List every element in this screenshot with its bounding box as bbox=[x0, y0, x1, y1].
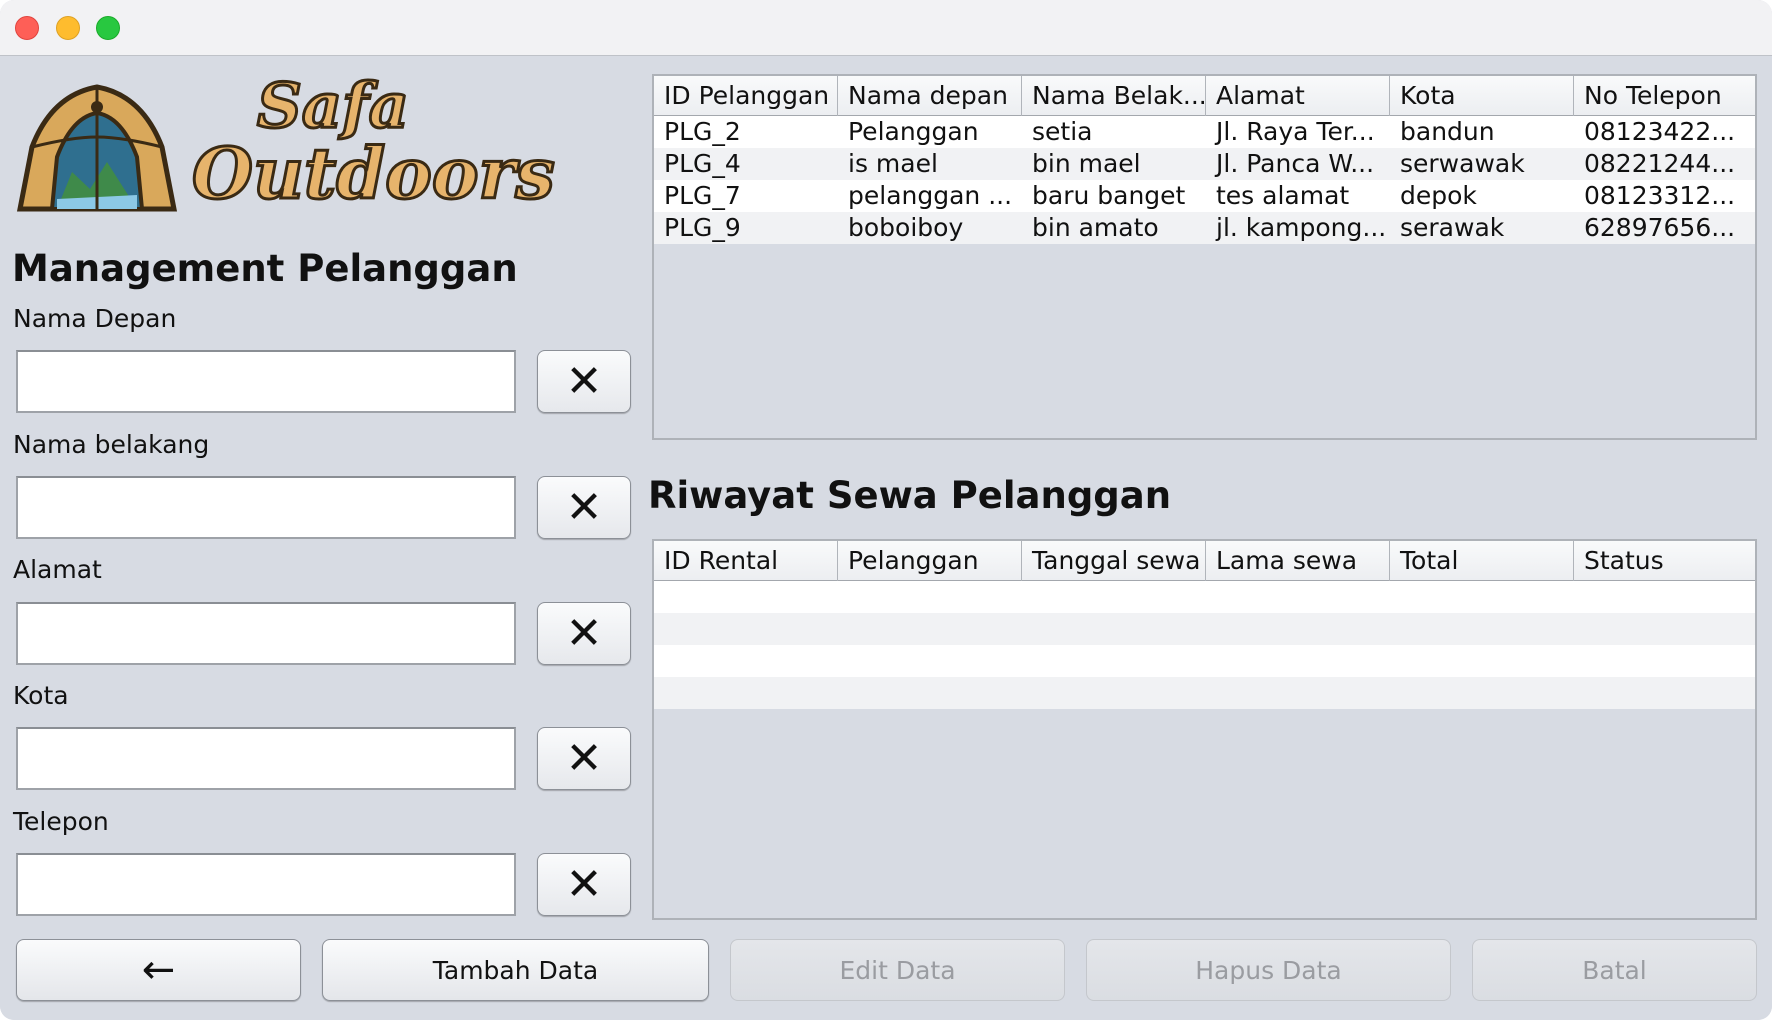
tent-icon bbox=[16, 84, 178, 212]
main-content: Safa Outdoors Management Pelanggan Nama … bbox=[0, 57, 1772, 1020]
alamat-input[interactable] bbox=[16, 602, 516, 665]
customers-table[interactable]: ID Pelanggan Nama depan Nama Belak... Al… bbox=[652, 74, 1757, 440]
table-cell: boboiboy bbox=[848, 213, 964, 242]
column-header[interactable]: Nama depan bbox=[838, 76, 1022, 116]
edit-data-button[interactable]: Edit Data bbox=[730, 939, 1065, 1001]
close-icon: ✕ bbox=[565, 859, 603, 910]
table-cell: pelanggan ... bbox=[848, 181, 1013, 210]
table-cell: PLG_4 bbox=[664, 149, 741, 178]
arrow-left-icon: ← bbox=[141, 947, 176, 993]
close-icon: ✕ bbox=[565, 482, 603, 533]
table-row bbox=[654, 581, 1755, 613]
field-label-alamat: Alamat bbox=[13, 555, 102, 584]
field-label-kota: Kota bbox=[13, 681, 69, 710]
history-table-header: ID Rental Pelanggan Tanggal sewa Lama se… bbox=[654, 541, 1755, 581]
field-label-nama-depan: Nama Depan bbox=[13, 304, 177, 333]
telepon-input[interactable] bbox=[16, 853, 516, 916]
add-data-button[interactable]: Tambah Data bbox=[322, 939, 709, 1001]
table-cell: PLG_9 bbox=[664, 213, 741, 242]
table-cell: PLG_7 bbox=[664, 181, 741, 210]
clear-telepon-button[interactable]: ✕ bbox=[537, 853, 631, 916]
table-row bbox=[654, 645, 1755, 677]
column-header[interactable]: Total bbox=[1390, 541, 1574, 581]
table-cell: Jl. Raya Ter... bbox=[1216, 117, 1375, 146]
column-header[interactable]: Status bbox=[1574, 541, 1755, 581]
history-table-body bbox=[654, 581, 1755, 709]
clear-nama-depan-button[interactable]: ✕ bbox=[537, 350, 631, 413]
table-row[interactable]: PLG_9 boboiboy bin amato jl. kampong... … bbox=[654, 212, 1755, 244]
column-header[interactable]: ID Rental bbox=[654, 541, 838, 581]
column-header[interactable]: Alamat bbox=[1206, 76, 1390, 116]
table-cell: bandun bbox=[1400, 117, 1495, 146]
table-cell: 08123312... bbox=[1584, 181, 1736, 210]
table-cell: tes alamat bbox=[1216, 181, 1350, 210]
table-cell: depok bbox=[1400, 181, 1477, 210]
form-title: Management Pelanggan bbox=[12, 247, 518, 290]
nama-belakang-input[interactable] bbox=[16, 476, 516, 539]
table-row bbox=[654, 677, 1755, 709]
customers-table-body: PLG_2 Pelanggan setia Jl. Raya Ter... ba… bbox=[654, 116, 1755, 244]
zoom-window-button[interactable] bbox=[96, 16, 120, 40]
table-cell: 08221244... bbox=[1584, 149, 1736, 178]
close-icon: ✕ bbox=[565, 608, 603, 659]
title-bar bbox=[0, 0, 1772, 56]
field-label-telepon: Telepon bbox=[13, 807, 109, 836]
table-cell: setia bbox=[1032, 117, 1093, 146]
back-button[interactable]: ← bbox=[16, 939, 301, 1001]
table-cell: serwawak bbox=[1400, 149, 1525, 178]
table-cell: 08123422... bbox=[1584, 117, 1736, 146]
table-cell: Jl. Panca W... bbox=[1216, 149, 1375, 178]
table-cell: bin mael bbox=[1032, 149, 1141, 178]
customers-table-header: ID Pelanggan Nama depan Nama Belak... Al… bbox=[654, 76, 1755, 116]
table-row bbox=[654, 613, 1755, 645]
close-icon: ✕ bbox=[565, 733, 603, 784]
column-header[interactable]: Tanggal sewa bbox=[1022, 541, 1206, 581]
table-row[interactable]: PLG_4 is mael bin mael Jl. Panca W... se… bbox=[654, 148, 1755, 180]
minimize-window-button[interactable] bbox=[56, 16, 80, 40]
table-cell: serawak bbox=[1400, 213, 1505, 242]
clear-alamat-button[interactable]: ✕ bbox=[537, 602, 631, 665]
table-cell: is mael bbox=[848, 149, 938, 178]
app-window: Safa Outdoors Management Pelanggan Nama … bbox=[0, 0, 1772, 1020]
table-row[interactable]: PLG_2 Pelanggan setia Jl. Raya Ter... ba… bbox=[654, 116, 1755, 148]
table-cell: baru banget bbox=[1032, 181, 1186, 210]
column-header[interactable]: Kota bbox=[1390, 76, 1574, 116]
table-cell: bin amato bbox=[1032, 213, 1159, 242]
column-header[interactable]: Nama Belak... bbox=[1022, 76, 1206, 116]
column-header[interactable]: Pelanggan bbox=[838, 541, 1022, 581]
logo-line-2: Outdoors bbox=[191, 132, 557, 215]
column-header[interactable]: No Telepon bbox=[1574, 76, 1755, 116]
nama-depan-input[interactable] bbox=[16, 350, 516, 413]
table-cell: PLG_2 bbox=[664, 117, 741, 146]
kota-input[interactable] bbox=[16, 727, 516, 790]
logo-line-1: Safa bbox=[256, 69, 411, 142]
close-window-button[interactable] bbox=[15, 16, 39, 40]
delete-data-button[interactable]: Hapus Data bbox=[1086, 939, 1451, 1001]
clear-kota-button[interactable]: ✕ bbox=[537, 727, 631, 790]
history-table[interactable]: ID Rental Pelanggan Tanggal sewa Lama se… bbox=[652, 539, 1757, 920]
column-header[interactable]: Lama sewa bbox=[1206, 541, 1390, 581]
table-cell: Pelanggan bbox=[848, 117, 979, 146]
clear-nama-belakang-button[interactable]: ✕ bbox=[537, 476, 631, 539]
field-label-nama-belakang: Nama belakang bbox=[13, 430, 210, 459]
table-cell: 62897656... bbox=[1584, 213, 1736, 242]
close-icon: ✕ bbox=[565, 356, 603, 407]
table-cell: jl. kampong... bbox=[1216, 213, 1387, 242]
cancel-button[interactable]: Batal bbox=[1472, 939, 1757, 1001]
table-row[interactable]: PLG_7 pelanggan ... baru banget tes alam… bbox=[654, 180, 1755, 212]
history-title: Riwayat Sewa Pelanggan bbox=[648, 474, 1172, 517]
column-header[interactable]: ID Pelanggan bbox=[654, 76, 838, 116]
logo: Safa Outdoors bbox=[12, 69, 556, 219]
